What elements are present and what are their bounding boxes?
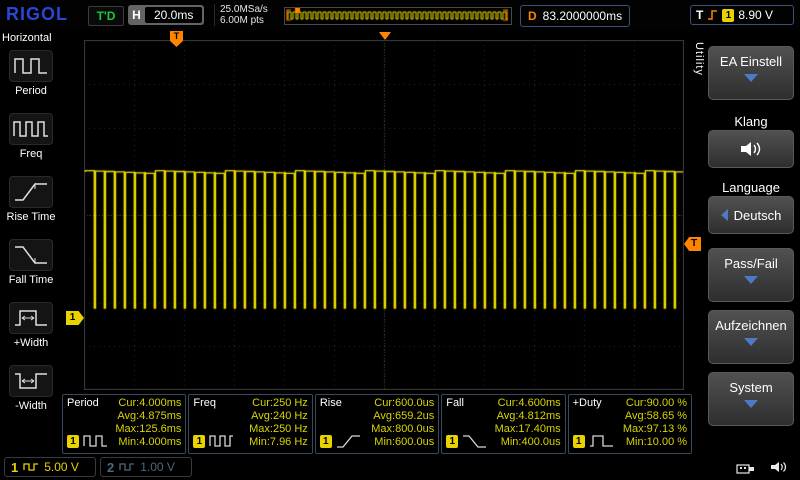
- measurement-strip: Period 1 Cur:4.000ms Avg:4.875ms Max:125…: [62, 394, 692, 454]
- channel-badge: 1: [573, 435, 585, 448]
- softkey-system[interactable]: System: [708, 372, 794, 426]
- square-wave-icon: [23, 462, 39, 472]
- timebase-value: 20.0ms: [145, 7, 202, 23]
- softkey-title-language: Language: [708, 180, 794, 195]
- chevron-left-icon: [721, 209, 728, 221]
- softkey-title-klang: Klang: [708, 114, 794, 129]
- chevron-down-icon: [744, 338, 758, 346]
- menu-item-freq[interactable]: Freq: [0, 113, 62, 160]
- speaker-icon: [770, 460, 788, 479]
- delay-label: D: [528, 9, 537, 23]
- menu-item-period[interactable]: Period: [0, 50, 62, 97]
- trigger-label: T: [696, 8, 703, 22]
- graticule-area: [84, 40, 684, 390]
- freq-icon: [9, 113, 53, 145]
- softkey-aufzeichnen[interactable]: Aufzeichnen: [708, 310, 794, 364]
- duty-icon: [588, 433, 614, 449]
- trigger-center-marker-icon: [379, 32, 391, 40]
- menu-item-neg-width[interactable]: -Width: [0, 365, 62, 412]
- sample-rate: 25.0MSa/s: [220, 4, 268, 15]
- measurement-panel-period: Period 1 Cur:4.000ms Avg:4.875ms Max:125…: [62, 394, 186, 454]
- period-icon: [82, 433, 108, 449]
- preview-canvas: [285, 8, 509, 22]
- fall-time-icon: [9, 239, 53, 271]
- chevron-down-icon: [744, 400, 758, 408]
- chevron-down-icon: [744, 276, 758, 284]
- measurement-panel-fall: Fall 1 Cur:4.600ms Avg:4.812ms Max:17.40…: [441, 394, 565, 454]
- measurement-panel-rise: Rise 1 Cur:600.0us Avg:659.2us Max:800.0…: [315, 394, 439, 454]
- channel-badge: 1: [193, 435, 205, 448]
- period-icon: [9, 50, 53, 82]
- oscilloscope-screen: { "colors": { "ch1": "#f2e200", "ch2": "…: [0, 0, 800, 480]
- waveform-display: [84, 40, 684, 390]
- measurement-panel-freq: Freq 1 Cur:250 Hz Avg:240 Hz Max:250 Hz …: [188, 394, 312, 454]
- softkey-ea-einstell[interactable]: EA Einstell: [708, 46, 794, 100]
- delay-readout: D 83.2000000ms: [520, 5, 630, 27]
- chevron-down-icon: [744, 74, 758, 82]
- delay-value: 83.2000000ms: [543, 9, 622, 23]
- rising-edge-icon: [707, 9, 718, 21]
- square-wave-icon: [119, 462, 135, 472]
- channel-badge: 1: [320, 435, 332, 448]
- menu-item-fall-time[interactable]: Fall Time: [0, 239, 62, 286]
- memory-waveform-preview: [284, 7, 512, 25]
- fall-icon: [461, 433, 487, 449]
- rise-icon: [335, 433, 361, 449]
- left-menu: Horizontal Period Freq Rise Time Fall Ti…: [0, 30, 62, 455]
- channel1-status-box[interactable]: 1 5.00 V: [4, 457, 96, 477]
- left-menu-title: Horizontal: [0, 30, 62, 50]
- softkey-language-selector[interactable]: Deutsch: [708, 196, 794, 234]
- channel2-status-box[interactable]: 2 1.00 V: [100, 457, 192, 477]
- menu-title-utility: Utility: [693, 42, 705, 76]
- acquisition-readout: 25.0MSa/s 6.00M pts: [214, 4, 268, 26]
- horizontal-timebase-readout: H 20.0ms: [128, 5, 204, 25]
- trigger-source-badge: 1: [722, 9, 734, 22]
- channel-badge: 1: [446, 435, 458, 448]
- measurement-panel-duty: +Duty 1 Cur:90.00 % Avg:58.65 % Max:97.1…: [568, 394, 692, 454]
- top-bar: RIGOL T'D H 20.0ms 25.0MSa/s 6.00M pts D…: [0, 0, 800, 30]
- trigger-status-badge: T'D: [88, 6, 124, 26]
- trigger-readout: T 1 8.90 V: [690, 5, 794, 25]
- minus-width-icon: [9, 365, 53, 397]
- trigger-level-value: 8.90 V: [738, 8, 773, 22]
- softkey-pass-fail[interactable]: Pass/Fail: [708, 248, 794, 302]
- menu-item-pos-width[interactable]: +Width: [0, 302, 62, 349]
- softkey-klang-sound-toggle[interactable]: [708, 130, 794, 168]
- plus-width-icon: [9, 302, 53, 334]
- channel-badge: 1: [67, 435, 79, 448]
- memory-depth: 6.00M pts: [220, 15, 268, 26]
- right-menu: Utility EA Einstell Klang Language Deuts…: [692, 30, 800, 455]
- bottom-bar: 1 5.00 V 2 1.00 V: [0, 455, 800, 480]
- usb-icon: [736, 462, 756, 480]
- channel1-reference-marker: 1: [66, 311, 84, 325]
- menu-item-rise-time[interactable]: Rise Time: [0, 176, 62, 223]
- speaker-icon: [739, 140, 763, 158]
- h-label: H: [128, 8, 145, 22]
- rise-time-icon: [9, 176, 53, 208]
- rigol-logo: RIGOL: [6, 4, 68, 25]
- freq-icon: [208, 433, 234, 449]
